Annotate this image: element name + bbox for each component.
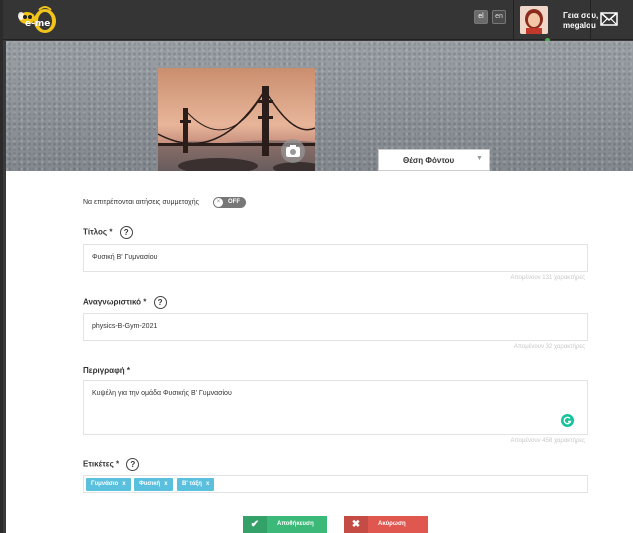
title-input-value: Φυσική Β' Γυμνασίου	[92, 254, 158, 261]
title-char-counter: Απομένουν 131 χαρακτήρες	[510, 275, 585, 281]
chevron-down-icon: ▼	[476, 155, 483, 162]
cover-banner	[6, 41, 633, 171]
description-label: Περιγραφή *	[83, 366, 130, 375]
tag-label: Γυμνάσιο	[91, 481, 119, 487]
identifier-label: Αναγνωριστικό * ?	[83, 296, 167, 309]
description-textarea[interactable]: Κυψέλη για την ομάδα Φυσικής Β' Γυμνασίο…	[83, 380, 588, 435]
help-icon[interactable]: ?	[153, 296, 167, 309]
tag-chip[interactable]: Γυμνάσιο x	[86, 478, 131, 491]
mail-icon[interactable]	[600, 12, 618, 26]
cancel-button[interactable]: ✖ Ακύρωση	[344, 516, 428, 533]
identifier-label-text: Αναγνωριστικό	[83, 297, 142, 307]
top-navbar: e-me el en Γεια σου, megalou	[3, 0, 633, 44]
description-textarea-value: Κυψέλη για την ομάδα Φυσικής Β' Γυμνασίο…	[92, 390, 232, 397]
cancel-button-label: Ακύρωση	[378, 521, 406, 527]
grammarly-icon[interactable]	[561, 414, 574, 427]
tags-label-text: Ετικέτες	[83, 459, 114, 469]
lang-en-button[interactable]: en	[492, 10, 506, 24]
user-avatar[interactable]	[520, 6, 548, 34]
title-input[interactable]: Φυσική Β' Γυμνασίου	[83, 244, 588, 272]
logo-text: e-me	[25, 19, 51, 29]
required-mark: *	[109, 227, 113, 237]
grammarly-g-icon	[563, 416, 572, 425]
greeting-line-1: Γεια σου,	[563, 11, 599, 20]
tag-chip[interactable]: Φυσική x	[134, 478, 173, 491]
description-char-counter: Απομένουν 458 χαρακτήρες	[510, 438, 585, 444]
username: megalou	[563, 21, 596, 30]
required-mark: *	[126, 366, 131, 375]
background-position-label: Θέση Φόντου	[403, 156, 455, 165]
title-label-text: Τίτλος	[83, 227, 108, 237]
tag-remove-icon[interactable]: x	[122, 481, 125, 487]
identifier-char-counter: Απομένουν 32 χαρακτήρες	[513, 344, 585, 350]
save-button[interactable]: ✔ Αποθήκευση	[243, 516, 327, 533]
background-position-dropdown[interactable]: Θέση Φόντου ▼	[378, 149, 490, 171]
required-mark: *	[115, 459, 120, 469]
change-cover-button[interactable]	[281, 139, 305, 163]
join-requests-toggle[interactable]: × OFF	[213, 197, 246, 208]
tags-label: Ετικέτες * ?	[83, 458, 140, 471]
identifier-input[interactable]: physics-B-Gym-2021	[83, 313, 588, 341]
title-label: Τίτλος * ?	[83, 226, 133, 239]
navbar-divider	[513, 0, 514, 40]
help-icon[interactable]: ?	[119, 226, 133, 239]
toggle-state: OFF	[228, 199, 240, 205]
camera-icon	[286, 145, 300, 157]
tag-remove-icon[interactable]: x	[164, 481, 167, 487]
lang-el-button[interactable]: el	[474, 10, 488, 24]
tag-chip[interactable]: Β' τάξη x	[177, 478, 215, 491]
checkmark-icon: ✔	[243, 516, 267, 533]
description-label-text: Περιγραφή	[83, 366, 125, 375]
toggle-knob-icon: ×	[214, 198, 223, 207]
tag-label: Φυσική	[139, 481, 161, 487]
navbar-divider	[590, 0, 591, 40]
close-icon: ✖	[344, 516, 368, 533]
tag-remove-icon[interactable]: x	[206, 481, 209, 487]
user-greeting[interactable]: Γεια σου, megalou	[563, 11, 598, 31]
identifier-input-value: physics-B-Gym-2021	[92, 323, 158, 330]
app-frame: e-me el en Γεια σου, megalou Θέση Φόντου…	[0, 0, 633, 533]
save-button-label: Αποθήκευση	[277, 521, 314, 527]
help-icon[interactable]: ?	[126, 458, 140, 471]
required-mark: *	[143, 297, 147, 307]
join-requests-label: Να επιτρέπονται αιτήσεις συμμετοχής	[83, 199, 199, 206]
tag-label: Β' τάξη	[182, 481, 202, 487]
user-avatar-icon	[520, 6, 548, 34]
